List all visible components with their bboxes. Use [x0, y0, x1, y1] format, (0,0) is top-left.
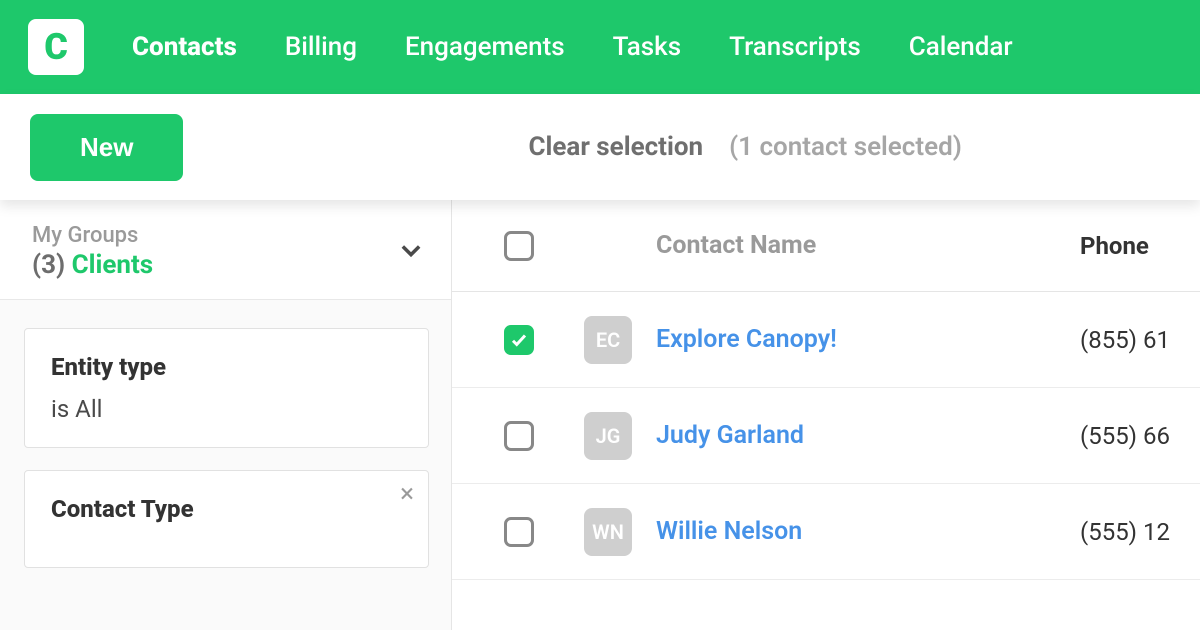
app-logo[interactable]: C: [28, 19, 84, 75]
table-row[interactable]: WN Willie Nelson (555) 12: [452, 484, 1200, 580]
chevron-down-icon: [397, 236, 425, 268]
filter-contact-type[interactable]: × Contact Type: [24, 470, 429, 568]
close-icon[interactable]: ×: [400, 481, 414, 507]
nav-engagements[interactable]: Engagements: [405, 32, 565, 62]
header-name[interactable]: Contact Name: [650, 231, 1080, 260]
row-checkbox[interactable]: [504, 421, 534, 451]
row-checkbox-cell: [504, 421, 584, 451]
table-row[interactable]: JG Judy Garland (555) 66: [452, 388, 1200, 484]
sidebar: My Groups (3) Clients Entity type is All…: [0, 200, 452, 630]
group-value: (3) Clients: [32, 250, 153, 280]
filter-value: is All: [51, 395, 406, 423]
table-header: Contact Name Phone: [452, 200, 1200, 292]
nav-transcripts[interactable]: Transcripts: [729, 32, 861, 62]
contact-name-link[interactable]: Explore Canopy!: [650, 325, 1080, 354]
group-selector-text: My Groups (3) Clients: [32, 223, 153, 280]
table-row[interactable]: EC Explore Canopy! (855) 61: [452, 292, 1200, 388]
contact-phone: (855) 61: [1080, 326, 1200, 354]
header-phone[interactable]: Phone: [1080, 232, 1200, 260]
header-checkbox-cell: [504, 231, 584, 261]
contact-phone: (555) 66: [1080, 422, 1200, 450]
filters-panel: Entity type is All × Contact Type: [0, 300, 451, 582]
avatar: WN: [584, 508, 632, 556]
selected-count-label: (1 contact selected): [729, 132, 962, 162]
contact-name-link[interactable]: Willie Nelson: [650, 517, 1080, 546]
row-checkbox[interactable]: [504, 517, 534, 547]
group-name: Clients: [72, 250, 154, 280]
row-checkbox[interactable]: [504, 325, 534, 355]
group-count: (3): [32, 250, 65, 280]
group-label: My Groups: [32, 223, 153, 248]
group-selector[interactable]: My Groups (3) Clients: [0, 200, 451, 300]
row-avatar-cell: JG: [584, 412, 650, 460]
contacts-table: Contact Name Phone EC Explore Canopy! (8…: [452, 200, 1200, 630]
avatar: EC: [584, 316, 632, 364]
new-button[interactable]: New: [30, 114, 183, 181]
clear-selection-button[interactable]: Clear selection: [528, 132, 703, 162]
toolbar: New Clear selection (1 contact selected): [0, 94, 1200, 200]
nav-billing[interactable]: Billing: [285, 32, 357, 62]
contact-phone: (555) 12: [1080, 518, 1200, 546]
select-all-checkbox[interactable]: [504, 231, 534, 261]
nav-contacts[interactable]: Contacts: [132, 32, 237, 62]
avatar: JG: [584, 412, 632, 460]
content-body: My Groups (3) Clients Entity type is All…: [0, 200, 1200, 630]
nav-tasks[interactable]: Tasks: [613, 32, 682, 62]
contact-name-link[interactable]: Judy Garland: [650, 421, 1080, 450]
nav-calendar[interactable]: Calendar: [909, 32, 1013, 62]
filter-title: Contact Type: [51, 495, 406, 523]
filter-title: Entity type: [51, 353, 406, 381]
row-checkbox-cell: [504, 517, 584, 547]
row-checkbox-cell: [504, 325, 584, 355]
top-nav: C Contacts Billing Engagements Tasks Tra…: [0, 0, 1200, 94]
row-avatar-cell: EC: [584, 316, 650, 364]
filter-entity-type[interactable]: Entity type is All: [24, 328, 429, 448]
row-avatar-cell: WN: [584, 508, 650, 556]
